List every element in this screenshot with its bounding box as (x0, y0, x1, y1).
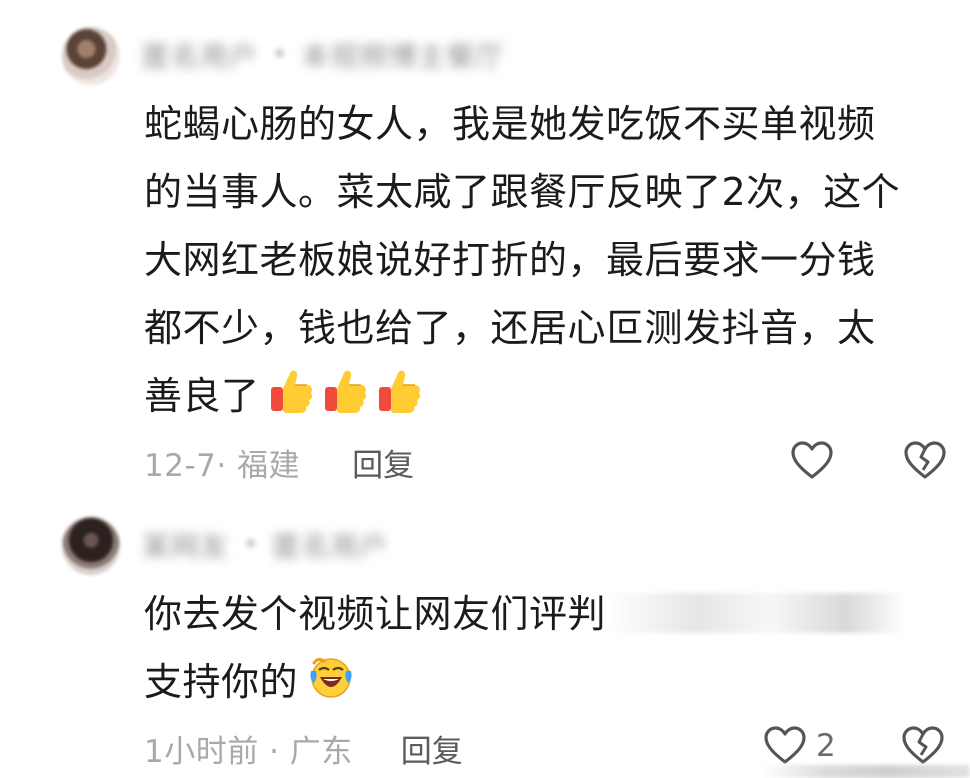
comment-line: 善良了 (144, 374, 260, 418)
time-location: 12-7· 福建 (144, 447, 301, 484)
comment-footer: 12-7· 福建 回复 (144, 437, 414, 487)
like-button[interactable]: 2 (762, 723, 836, 769)
comment-header: 匿名用户 • 本视频博主餐厅 (142, 35, 504, 75)
broken-heart-icon (902, 726, 944, 764)
reply-target[interactable]: 匿名用户 (272, 525, 388, 565)
reply-target[interactable]: 本视频博主餐厅 (301, 35, 504, 75)
redacted-overlay (606, 593, 907, 633)
like-button[interactable] (789, 438, 843, 484)
comment-line-last: 支持你的 (144, 648, 944, 716)
avatar[interactable] (62, 27, 120, 85)
thumbs-up-icon (270, 370, 312, 413)
comment-line: 都不少，钱也给了，还居心叵测发抖音，太 (144, 306, 876, 350)
reply-button[interactable]: 回复 (352, 440, 414, 485)
watermark (760, 765, 970, 778)
comment-line: 你去发个视频让网友们评判 (144, 592, 607, 636)
thumbs-up-icon (324, 370, 366, 413)
comment-text: 你去发个视频让网友们评判 支持你的 (144, 580, 944, 716)
avatar[interactable] (62, 517, 120, 575)
reply-button[interactable]: 回复 (401, 726, 463, 771)
comment-line: 的当事人。菜太咸了跟餐厅反映了2次，这个 (144, 170, 901, 214)
heart-icon (791, 441, 833, 479)
comment-line-first: 你去发个视频让网友们评判 (144, 580, 944, 648)
dislike-button[interactable] (902, 438, 948, 488)
time-location: 1小时前 · 广东 (144, 733, 353, 770)
broken-heart-icon (904, 441, 946, 479)
comment-item: 匿名用户 • 本视频博主餐厅 蛇蝎心肠的女人，我是她发吃饭不买单视频 的当事人。… (0, 0, 970, 505)
comment-line: 大网红老板娘说好打折的，最后要求一分钱 (144, 238, 876, 282)
comment-item: 某网友 • 匿名用户 你去发个视频让网友们评判 支持你的 1小时前 · 广东 回… (0, 505, 970, 778)
comment-header: 某网友 • 匿名用户 (142, 525, 388, 565)
comment-footer: 1小时前 · 广东 回复 (144, 723, 463, 773)
laughing-crying-icon (310, 657, 352, 698)
comment-line: 蛇蝎心肠的女人，我是她发吃饭不买单视频 (144, 102, 876, 146)
comment-line: 支持你的 (144, 660, 299, 704)
separator-dot: • (272, 40, 288, 70)
username[interactable]: 匿名用户 (142, 35, 258, 75)
separator-dot: • (243, 530, 259, 560)
heart-icon (764, 726, 806, 764)
username[interactable]: 某网友 (142, 525, 229, 565)
comment-line-last: 善良了 (144, 362, 944, 430)
thumbs-up-icon (378, 370, 420, 413)
like-count: 2 (816, 728, 836, 764)
comment-text: 蛇蝎心肠的女人，我是她发吃饭不买单视频 的当事人。菜太咸了跟餐厅反映了2次，这个… (144, 90, 944, 430)
